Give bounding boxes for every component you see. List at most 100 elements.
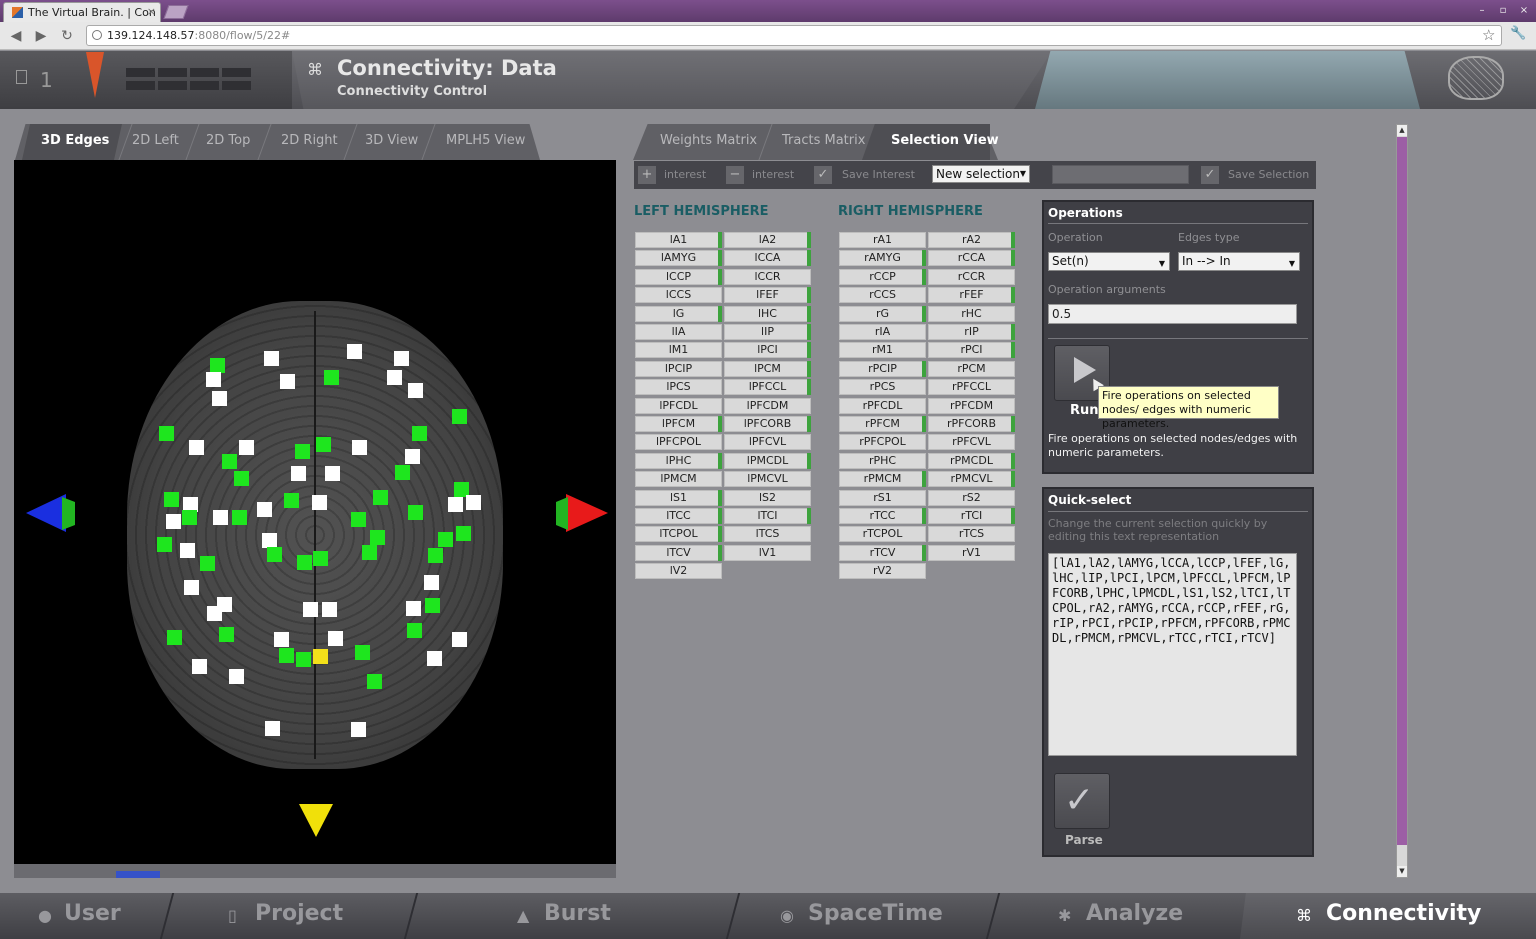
quick-select-textarea[interactable]: [lA1,lA2,lAMYG,lCCA,lCCP,lFEF,lG,lHC,lIP… [1048,553,1297,756]
selection-name-input[interactable] [1052,165,1189,184]
region-node[interactable] [207,606,222,621]
region-node[interactable] [257,502,272,517]
region-button[interactable]: lFEF [724,287,811,304]
region-button[interactable]: rHC [928,305,1015,322]
color-swatch[interactable] [116,871,160,878]
region-button[interactable]: lPFCM [635,416,722,432]
operation-select[interactable]: Set(n) ▼ [1048,252,1170,271]
region-node[interactable] [352,440,367,455]
region-button[interactable]: rG [839,305,926,322]
region-node[interactable] [347,344,362,359]
region-button[interactable]: lPFCORB [724,416,811,432]
region-button[interactable]: lPFCPOL [635,434,722,451]
region-button[interactable]: lPFCDM [724,397,811,414]
region-button[interactable]: lPMCM [635,471,722,488]
region-button[interactable]: lTCV [635,544,722,561]
region-button[interactable]: lIA [635,324,722,340]
tab-3d-edges[interactable]: 3D Edges [41,133,109,148]
tab-2d-top[interactable]: 2D Top [206,133,250,148]
region-button[interactable]: rPFCM [839,416,926,432]
region-button[interactable]: lCCS [635,287,722,304]
window-restore-button[interactable]: ▫ [1495,4,1511,17]
region-node[interactable] [367,674,382,689]
tab-weights-matrix[interactable]: Weights Matrix [660,133,757,148]
region-button[interactable]: lV1 [724,544,811,561]
save-selection-label[interactable]: Save Selection [1228,168,1309,181]
region-node[interactable] [316,437,331,452]
region-button[interactable]: rPFCVL [928,434,1015,451]
reload-icon[interactable]: ↻ [58,27,76,45]
region-button[interactable]: rPCM [928,360,1015,377]
window-close-button[interactable]: × [1516,4,1532,17]
rotate-right-arrow-icon[interactable] [566,494,608,532]
region-button[interactable]: lPMCDL [724,452,811,469]
region-node[interactable] [296,652,311,667]
region-node[interactable] [267,547,282,562]
region-node[interactable] [313,551,328,566]
region-node[interactable] [280,374,295,389]
region-node[interactable] [180,543,195,558]
tab-2d-right[interactable]: 2D Right [281,133,338,148]
region-node[interactable] [387,370,402,385]
region-button[interactable]: lIP [724,324,811,340]
bookmark-star-icon[interactable]: ☆ [1482,26,1495,44]
region-node[interactable] [406,601,421,616]
region-button[interactable]: rPFCORB [928,416,1015,432]
operation-arguments-input[interactable]: 0.5 [1048,304,1297,324]
region-button[interactable]: rPCI [928,342,1015,359]
tab-3d-view[interactable]: 3D View [365,133,418,148]
region-button[interactable]: rIA [839,324,926,340]
tab-close-icon[interactable]: × [147,5,156,18]
region-button[interactable]: rPFCDM [928,397,1015,414]
region-button[interactable]: rTCS [928,526,1015,543]
region-node[interactable] [212,391,227,406]
region-button[interactable]: rM1 [839,342,926,359]
nav-user[interactable]: User [64,901,121,926]
browser-tab[interactable]: The Virtual Brain. | Con × [3,2,161,22]
region-button[interactable]: lTCPOL [635,526,722,543]
region-node[interactable] [234,471,249,486]
region-node[interactable] [192,659,207,674]
selection-dropdown[interactable]: New selection ▼ [932,165,1030,183]
region-node[interactable] [438,532,453,547]
nav-analyze[interactable]: Analyze [1086,901,1183,926]
region-button[interactable]: lTCI [724,508,811,524]
region-button[interactable]: lTCC [635,508,722,524]
region-button[interactable]: rFEF [928,287,1015,304]
region-node[interactable] [328,631,343,646]
region-button[interactable]: rV2 [839,563,926,580]
region-node[interactable] [370,530,385,545]
region-node[interactable] [456,526,471,541]
region-node[interactable] [407,623,422,638]
region-button[interactable]: rPCS [839,379,926,396]
region-node[interactable] [325,466,340,481]
region-button[interactable]: lCCR [724,268,811,285]
region-node[interactable] [394,351,409,366]
nav-project[interactable]: Project [255,901,343,926]
region-button[interactable]: rV1 [928,544,1015,561]
region-button[interactable]: rS1 [839,489,926,506]
save-interest-check-icon[interactable]: ✓ [814,166,832,184]
region-button[interactable]: rPCIP [839,360,926,377]
region-button[interactable]: rPHC [839,452,926,469]
remove-interest-icon[interactable]: − [726,166,744,184]
save-selection-check-icon[interactable]: ✓ [1201,166,1219,184]
region-node[interactable] [405,449,420,464]
region-button[interactable]: rPFCDL [839,397,926,414]
region-node[interactable] [408,383,423,398]
tab-2d-left[interactable]: 2D Left [132,133,179,148]
region-button[interactable]: rTCC [839,508,926,524]
region-node[interactable] [373,490,388,505]
region-node[interactable] [189,440,204,455]
region-node[interactable] [322,602,337,617]
region-node[interactable] [182,510,197,525]
region-button[interactable]: lTCS [724,526,811,543]
region-node[interactable] [262,533,277,548]
region-node[interactable] [295,444,310,459]
back-icon[interactable]: ◀ [7,27,25,45]
region-node[interactable] [427,651,442,666]
region-node[interactable] [210,358,225,373]
region-node[interactable] [167,630,182,645]
region-button[interactable]: lPCM [724,360,811,377]
region-node[interactable] [184,580,199,595]
